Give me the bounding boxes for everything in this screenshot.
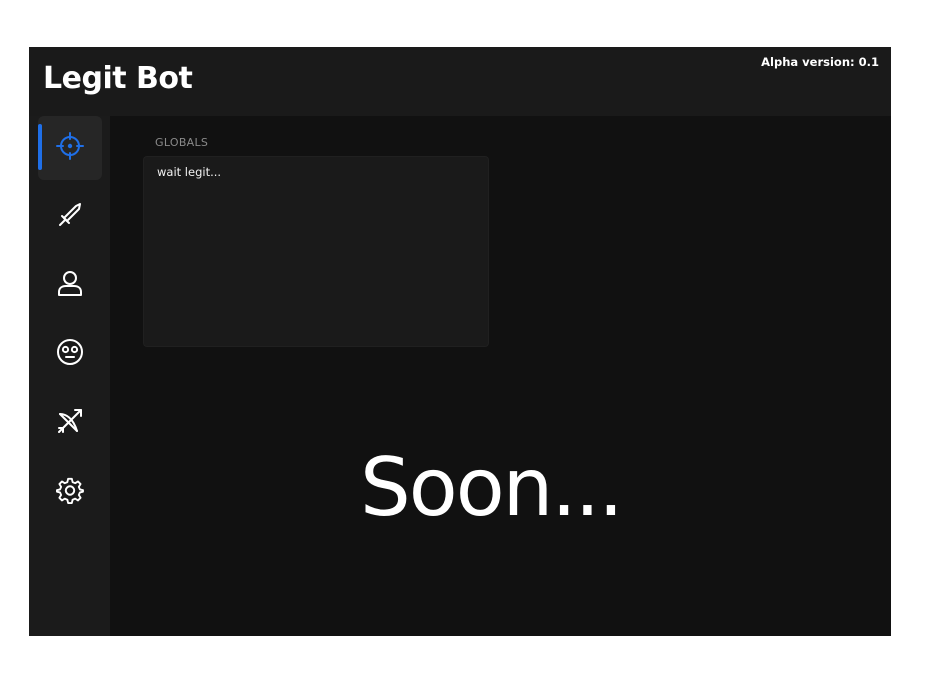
sidebar-item-settings[interactable]: [38, 460, 102, 524]
user-icon: [55, 268, 85, 302]
sidebar-item-combat[interactable]: [38, 185, 102, 249]
titlebar: Legit Bot Alpha version: 0.1: [29, 47, 891, 116]
sidebar-item-ranged[interactable]: [38, 391, 102, 455]
app-title: Legit Bot: [43, 61, 193, 96]
sword-icon: [55, 200, 85, 234]
face-icon: [55, 337, 85, 371]
sidebar-item-visuals[interactable]: [38, 322, 102, 386]
main-content: GLOBALS wait legit... Soon...: [110, 116, 891, 636]
gear-icon: [55, 475, 85, 509]
section-label-globals: GLOBALS: [155, 136, 209, 149]
app-window: Legit Bot Alpha version: 0.1 GLOBALS wai…: [29, 47, 891, 636]
crosshair-icon: [55, 131, 85, 165]
bow-arrow-icon: [55, 406, 85, 440]
sidebar-item-aim[interactable]: [38, 116, 102, 180]
sidebar: [29, 116, 110, 636]
coming-soon-text: Soon...: [360, 441, 624, 534]
globals-text: wait legit...: [157, 165, 222, 179]
globals-panel: wait legit...: [143, 156, 489, 347]
sidebar-item-player[interactable]: [38, 253, 102, 317]
version-label: Alpha version: 0.1: [761, 55, 879, 69]
